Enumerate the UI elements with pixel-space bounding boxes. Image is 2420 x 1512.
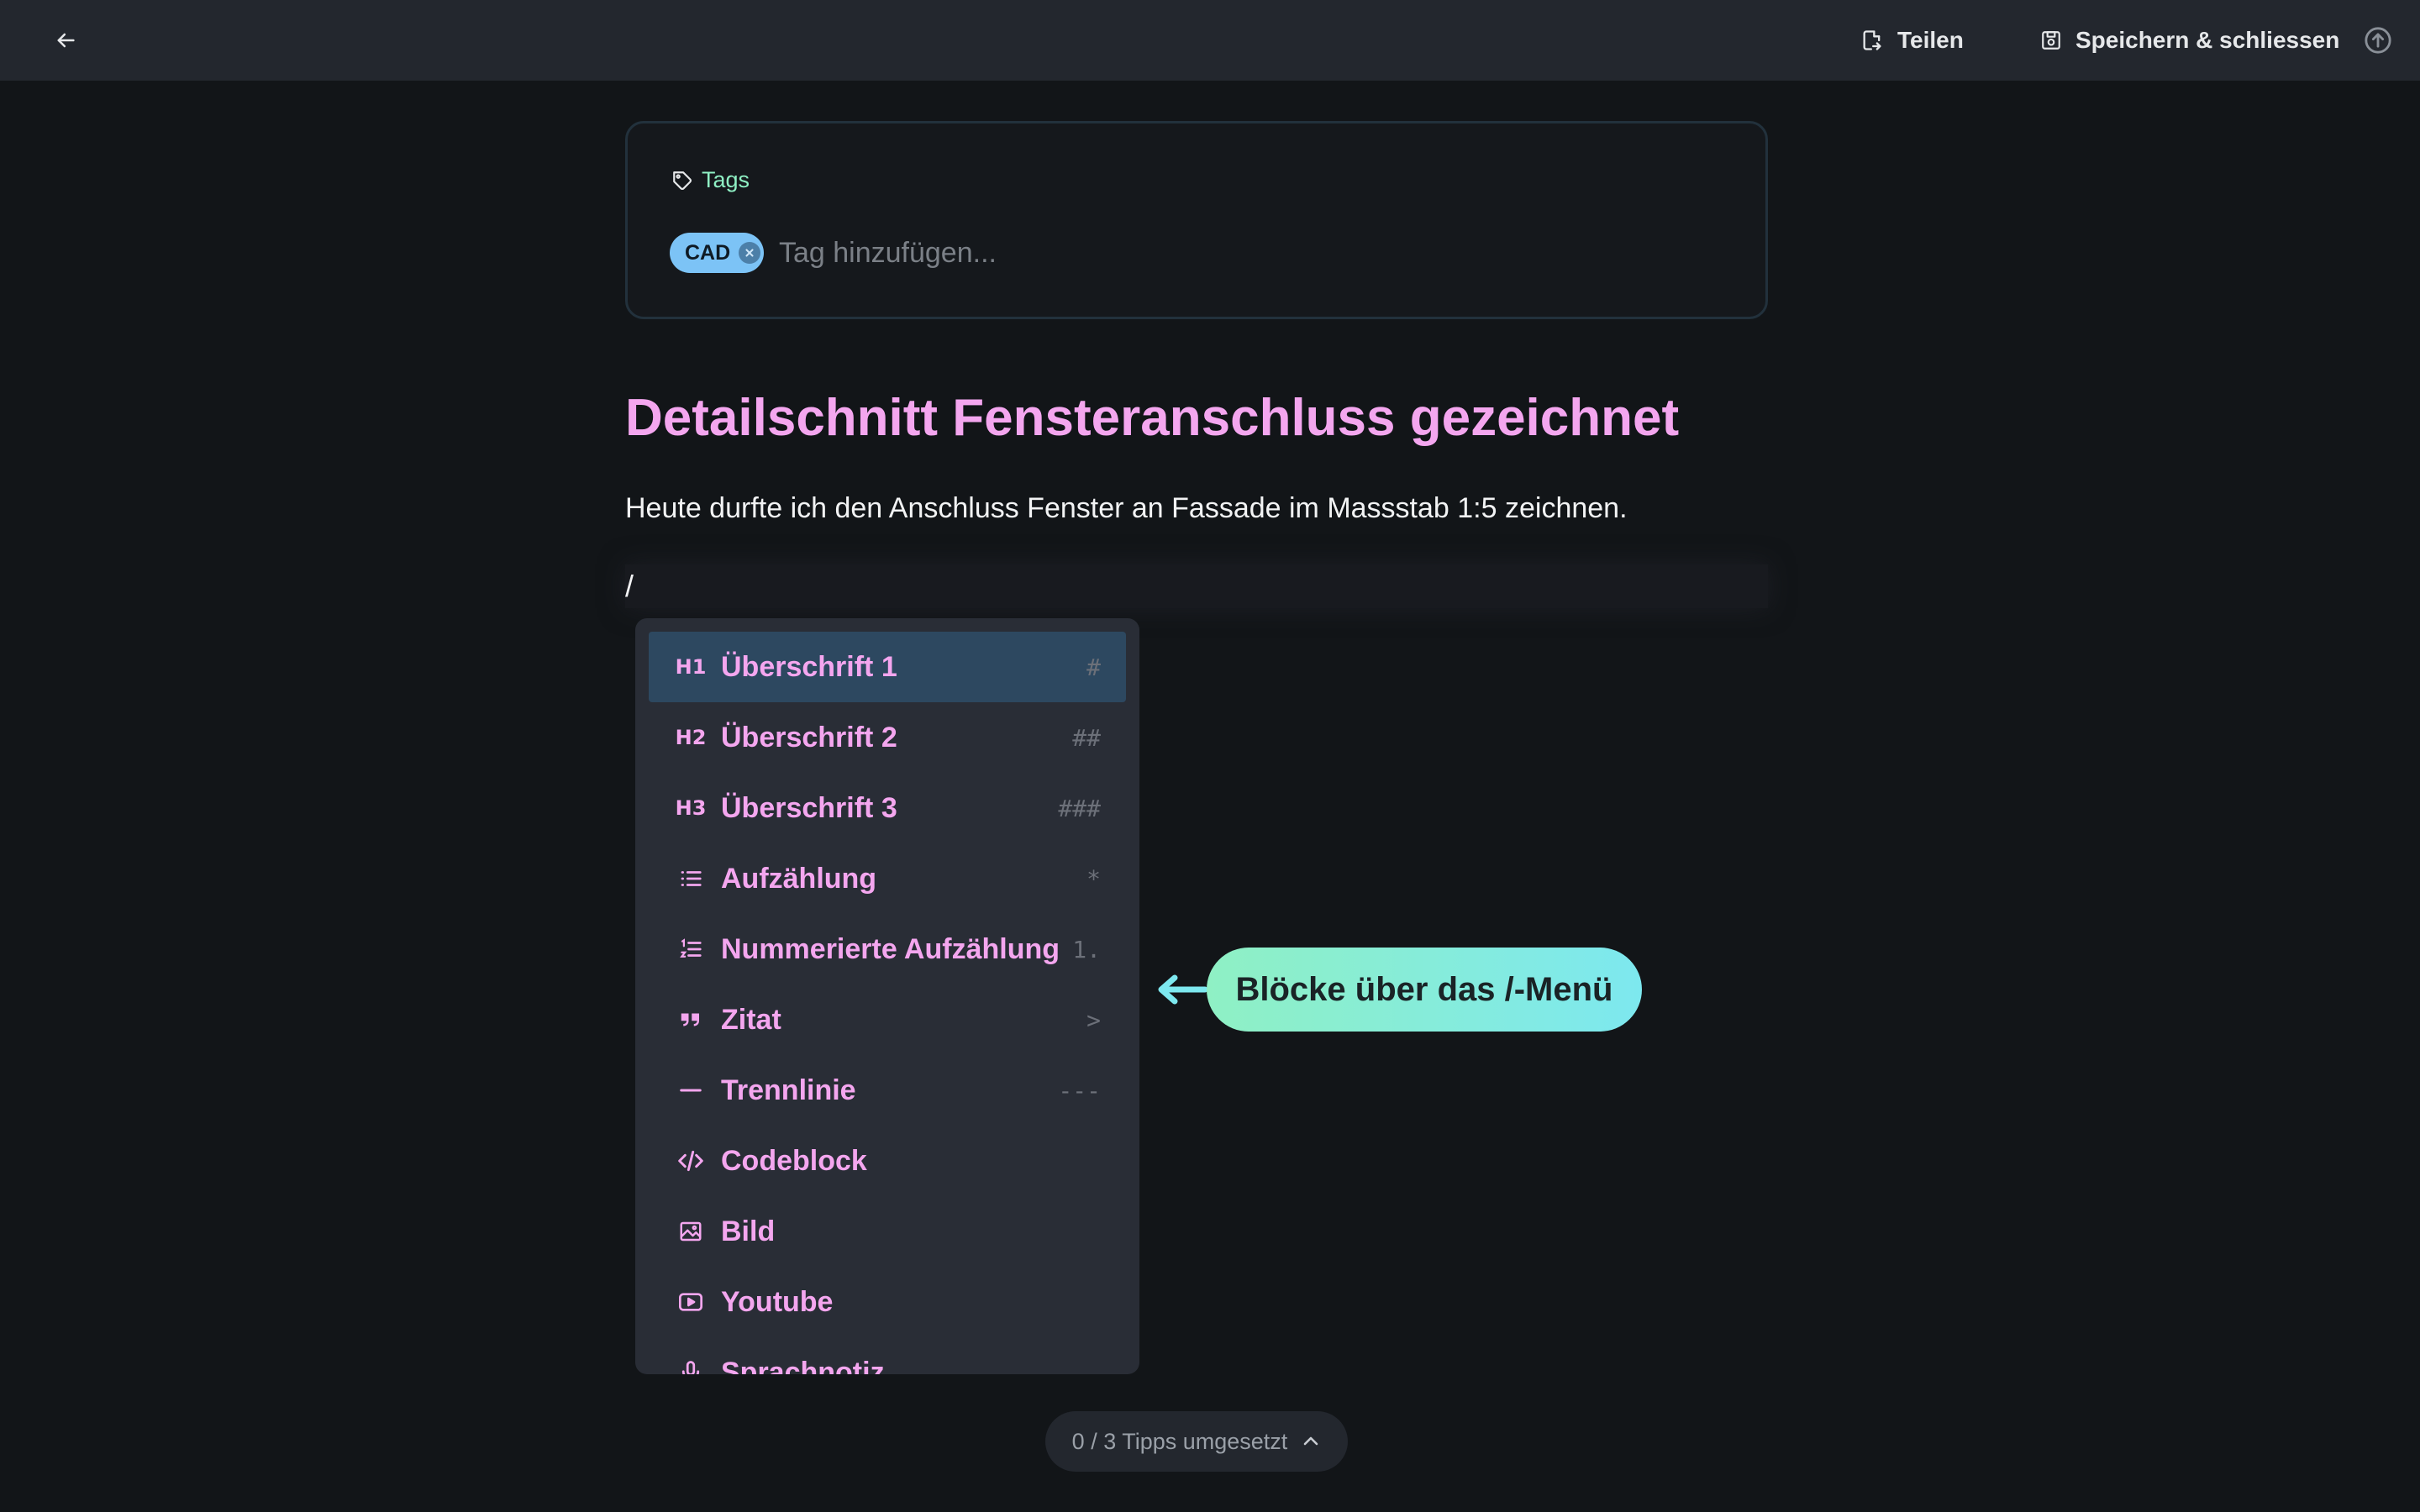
list-icon xyxy=(676,864,706,894)
share-label: Teilen xyxy=(1897,27,1964,53)
menu-item-shortcut: > xyxy=(1086,1005,1101,1034)
tags-panel: Tags CAD xyxy=(625,121,1768,319)
arrow-left-icon xyxy=(57,33,75,48)
tags-heading: Tags xyxy=(671,167,750,193)
menu-item-shortcut: 1. xyxy=(1072,935,1101,963)
remove-tag-button[interactable] xyxy=(739,242,761,264)
menu-item-label: Trennlinie xyxy=(721,1074,856,1106)
menu-item-codeblock[interactable]: Codeblock xyxy=(649,1126,1126,1196)
menu-item-shortcut: --- xyxy=(1058,1076,1101,1105)
menu-item-divider[interactable]: Trennlinie --- xyxy=(649,1055,1126,1126)
tag-chip-cad[interactable]: CAD xyxy=(670,233,764,273)
save-and-close-button[interactable]: Speichern & schliessen xyxy=(2040,20,2339,60)
menu-item-label: Überschrift 3 xyxy=(721,791,897,824)
hint-callout: Blöcke über das /-Menü xyxy=(1207,948,1642,1032)
menu-item-voice-note[interactable]: Sprachnotiz xyxy=(649,1337,1126,1374)
editor-current-line[interactable]: / xyxy=(625,564,1768,608)
menu-item-heading-1[interactable]: H1 Überschrift 1 # xyxy=(649,632,1126,702)
divider-icon xyxy=(676,1075,706,1105)
menu-item-label: Sprachnotiz xyxy=(721,1356,885,1375)
youtube-icon xyxy=(676,1287,706,1317)
share-document-icon xyxy=(1863,30,1881,50)
numbered-list-icon xyxy=(676,934,706,964)
menu-item-image[interactable]: Bild xyxy=(649,1196,1126,1267)
menu-item-label: Zitat xyxy=(721,1003,781,1036)
close-icon xyxy=(745,249,754,257)
menu-item-label: Überschrift 2 xyxy=(721,721,897,753)
menu-item-label: Überschrift 1 xyxy=(721,650,897,683)
quote-icon xyxy=(676,1005,706,1035)
menu-item-label: Nummerierte Aufzählung xyxy=(721,932,1060,965)
menu-item-label: Aufzählung xyxy=(721,862,877,895)
menu-item-shortcut: ## xyxy=(1072,723,1101,752)
menu-item-bullet-list[interactable]: Aufzählung * xyxy=(649,843,1126,914)
code-icon xyxy=(676,1146,706,1176)
menu-item-shortcut: * xyxy=(1086,864,1101,893)
chevron-up-icon xyxy=(1304,1436,1318,1446)
menu-item-heading-3[interactable]: H3 Überschrift 3 ### xyxy=(649,773,1126,843)
menu-item-youtube[interactable]: Youtube xyxy=(649,1267,1126,1337)
image-icon xyxy=(676,1216,706,1247)
menu-item-numbered-list[interactable]: Nummerierte Aufzählung 1. xyxy=(649,914,1126,984)
share-button[interactable]: Teilen xyxy=(1860,20,1964,60)
menu-item-shortcut: ### xyxy=(1058,794,1101,822)
heading-3-icon: H3 xyxy=(675,796,707,820)
tag-input[interactable] xyxy=(779,229,1703,276)
tags-label: Tags xyxy=(702,167,750,192)
menu-item-shortcut: # xyxy=(1086,653,1101,681)
tips-progress-label: 0 / 3 Tipps umgesetzt xyxy=(1071,1428,1288,1454)
microphone-icon xyxy=(676,1357,706,1374)
heading-2-icon: H2 xyxy=(675,726,707,749)
menu-item-label: Youtube xyxy=(721,1285,834,1318)
back-button[interactable] xyxy=(47,22,84,59)
arrow-up-circle-icon xyxy=(2365,27,2391,54)
tag-icon xyxy=(673,171,692,190)
top-bar: Teilen Speichern & schliessen xyxy=(0,0,2420,81)
callout-arrow-icon xyxy=(1158,974,1208,1005)
heading-1-icon: H1 xyxy=(675,655,707,679)
document-title[interactable]: Detailschnitt Fensteranschluss gezeichne… xyxy=(625,388,1679,448)
menu-item-heading-2[interactable]: H2 Überschrift 2 ## xyxy=(649,702,1126,773)
tag-chip-label: CAD xyxy=(685,240,731,265)
save-label: Speichern & schliessen xyxy=(2075,27,2340,53)
menu-item-quote[interactable]: Zitat > xyxy=(649,984,1126,1055)
slash-command-menu: H1 Überschrift 1 # H2 Überschrift 2 ## H… xyxy=(635,618,1139,1374)
tips-progress-button[interactable]: 0 / 3 Tipps umgesetzt xyxy=(1045,1411,1348,1472)
menu-item-label: Bild xyxy=(721,1215,776,1247)
document-paragraph[interactable]: Heute durfte ich den Anschluss Fenster a… xyxy=(625,492,1628,525)
save-icon xyxy=(2042,31,2060,50)
menu-item-label: Codeblock xyxy=(721,1144,867,1177)
upload-button[interactable] xyxy=(2363,25,2393,55)
